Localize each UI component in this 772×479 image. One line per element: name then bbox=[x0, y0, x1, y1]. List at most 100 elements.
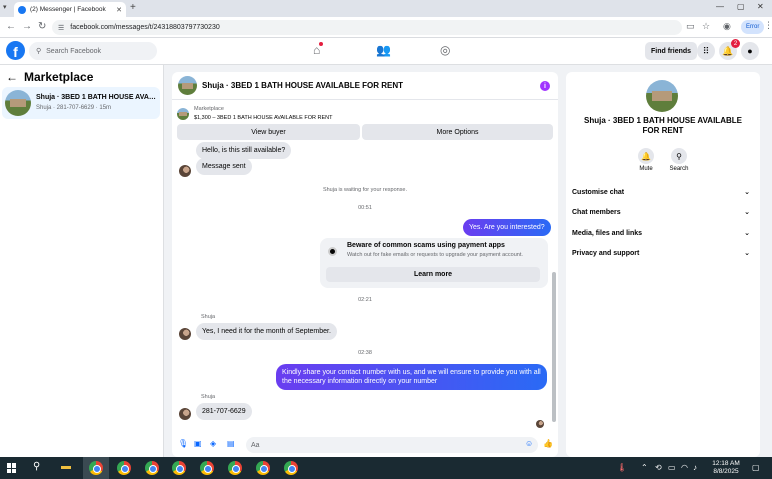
taskbar-search-icon[interactable]: ⚲ bbox=[33, 461, 40, 472]
tab-search-icon[interactable]: ▾ bbox=[3, 3, 7, 11]
taskbar-clock[interactable]: 12:18 AM 8/8/2025 bbox=[705, 460, 747, 476]
more-options-button[interactable]: More Options bbox=[362, 124, 553, 140]
chrome-icon[interactable] bbox=[117, 461, 131, 475]
reload-icon[interactable]: ↻ bbox=[38, 21, 46, 32]
message-list[interactable]: Hello, is this still available? Message … bbox=[172, 142, 558, 430]
battery-icon[interactable]: ▭ bbox=[668, 463, 676, 472]
conversation-info-icon[interactable]: i bbox=[540, 81, 550, 91]
message-received: Message sent bbox=[196, 158, 252, 175]
browser-toolbar: ← → ↻ ☰ facebook.com/messages/t/24318803… bbox=[0, 17, 772, 38]
groups-icon[interactable]: ◎ bbox=[440, 43, 450, 57]
volume-icon[interactable]: ♪ bbox=[693, 463, 697, 472]
panel-title: Shuja · 3BED 1 BATH HOUSE AVAILABLE FOR … bbox=[584, 116, 742, 135]
row-label: Privacy and support bbox=[572, 249, 640, 257]
microphone-icon[interactable]: 🎙 bbox=[178, 439, 188, 448]
home-icon[interactable]: ⌂ bbox=[313, 42, 324, 57]
sidebar-header: ← Marketplace bbox=[6, 70, 93, 84]
back-arrow-icon[interactable]: ← bbox=[6, 70, 18, 84]
chat-house-avatar[interactable] bbox=[178, 76, 197, 95]
system-notice: Shuja is waiting for your response. bbox=[322, 187, 408, 193]
thermometer-icon[interactable]: 🌡 bbox=[617, 463, 627, 472]
timestamp: 02:38 bbox=[358, 350, 372, 356]
panel-house-avatar bbox=[646, 80, 678, 112]
account-avatar-icon[interactable]: ● bbox=[741, 42, 759, 60]
panel-row-media-files[interactable]: Media, files and links ⌄ bbox=[572, 223, 754, 243]
conversation-item[interactable]: Shuja · 3BED 1 BATH HOUSE AVAILABLE FOR … bbox=[2, 87, 160, 119]
message-composer: 🎙 ▣ ◈ ▤ Aa ☺ 👍 bbox=[172, 433, 558, 457]
chat-title[interactable]: Shuja · 3BED 1 BATH HOUSE AVAILABLE FOR … bbox=[202, 81, 403, 90]
address-bar[interactable]: ☰ facebook.com/messages/t/24318803797730… bbox=[52, 20, 682, 35]
tab-title: (2) Messenger | Facebook bbox=[30, 6, 106, 13]
notification-badge: 2 bbox=[731, 39, 740, 48]
bookmark-star-icon[interactable]: ☆ bbox=[702, 21, 710, 32]
chrome-icon[interactable] bbox=[200, 461, 214, 475]
panel-row-chat-members[interactable]: Chat members ⌄ bbox=[572, 202, 754, 222]
search-icon: ⚲ bbox=[36, 48, 42, 55]
browser-tab[interactable]: (2) Messenger | Facebook ✕ bbox=[14, 2, 126, 17]
notifications-icon[interactable]: 🔔 2 bbox=[719, 39, 740, 60]
new-tab-icon[interactable]: + bbox=[130, 2, 136, 13]
facebook-logo-icon[interactable]: f bbox=[6, 41, 25, 60]
profile-error-button[interactable]: Error bbox=[741, 20, 765, 34]
minimize-icon[interactable]: — bbox=[716, 2, 724, 11]
maximize-icon[interactable]: ▢ bbox=[737, 2, 745, 11]
chrome-icon[interactable] bbox=[256, 461, 270, 475]
sidebar-title: Marketplace bbox=[24, 70, 94, 84]
composer-placeholder: Aa bbox=[251, 441, 260, 449]
chrome-icon[interactable] bbox=[172, 461, 186, 475]
tune-icon[interactable]: ☰ bbox=[58, 24, 64, 32]
learn-more-button[interactable]: Learn more bbox=[326, 267, 540, 282]
emoji-icon[interactable]: ☺ bbox=[525, 439, 533, 448]
facebook-favicon-icon bbox=[18, 5, 26, 14]
wifi-icon[interactable]: ◠ bbox=[681, 463, 688, 472]
panel-row-customise-chat[interactable]: Customise chat ⌄ bbox=[572, 182, 754, 202]
message-scrollbar[interactable] bbox=[552, 146, 556, 428]
menu-grid-icon[interactable]: ⠿ bbox=[697, 42, 715, 60]
search-action[interactable]: ⚲ Search bbox=[664, 148, 694, 172]
sender-name: Shuja bbox=[201, 394, 216, 400]
back-icon[interactable]: ← bbox=[6, 21, 16, 32]
notification-center-icon[interactable]: ▢ bbox=[752, 463, 760, 472]
sticker-icon[interactable]: ◈ bbox=[210, 439, 216, 448]
thumbs-up-icon[interactable]: 👍 bbox=[543, 439, 553, 448]
chrome-icon[interactable] bbox=[145, 461, 159, 475]
listing-summary[interactable]: Marketplace $1,300 – 3BED 1 BATH HOUSE A… bbox=[177, 105, 332, 123]
file-explorer-icon[interactable]: ▬ bbox=[61, 461, 71, 472]
kebab-icon[interactable]: ⋮ bbox=[764, 20, 772, 31]
forward-icon[interactable]: → bbox=[22, 21, 32, 32]
chevron-down-icon: ⌄ bbox=[744, 209, 750, 216]
chrome-icon[interactable] bbox=[89, 461, 103, 475]
windows-taskbar: ⚲ ▬ 🌡 ⌃ ⟲ ▭ ◠ ♪ 12:18 AM 8/8/2025 ▢ bbox=[0, 457, 772, 479]
search-input[interactable]: ⚲ Search Facebook bbox=[29, 42, 157, 60]
bell-icon: 🔔 bbox=[638, 148, 654, 164]
message-sent: Yes. Are you interested? bbox=[463, 219, 551, 236]
gif-icon[interactable]: ▤ bbox=[227, 439, 235, 448]
message-received: Hello, is this still available? bbox=[196, 142, 292, 159]
friends-icon[interactable]: 👥 bbox=[376, 43, 391, 57]
find-friends-button[interactable]: Find friends bbox=[645, 42, 698, 60]
message-input[interactable]: Aa bbox=[246, 437, 538, 453]
scrollbar-thumb[interactable] bbox=[552, 272, 556, 422]
photo-icon[interactable]: ▣ bbox=[194, 439, 202, 448]
warning-subtitle: Watch out for fake emails or requests to… bbox=[347, 252, 523, 258]
scam-warning-card: Beware of common scams using payment app… bbox=[320, 238, 548, 288]
mute-action[interactable]: 🔔 Mute bbox=[631, 148, 661, 172]
listing-thumbnail bbox=[177, 108, 189, 120]
windows-start-icon[interactable] bbox=[7, 463, 17, 473]
close-window-icon[interactable]: ✕ bbox=[757, 2, 764, 11]
sender-avatar[interactable] bbox=[179, 328, 191, 340]
cast-icon[interactable]: ▭ bbox=[686, 21, 695, 32]
chrome-icon[interactable] bbox=[284, 461, 298, 475]
sender-avatar[interactable] bbox=[179, 408, 191, 420]
message-sent: Kindly share your contact number with us… bbox=[276, 364, 547, 390]
chat-window: Shuja · 3BED 1 BATH HOUSE AVAILABLE FOR … bbox=[172, 72, 558, 457]
sender-avatar[interactable] bbox=[179, 165, 191, 177]
copilot-icon[interactable]: ◉ bbox=[723, 21, 731, 32]
sync-icon[interactable]: ⟲ bbox=[655, 463, 662, 472]
marketplace-sidebar: ← Marketplace Shuja · 3BED 1 BATH HOUSE … bbox=[0, 65, 164, 457]
panel-row-privacy-support[interactable]: Privacy and support ⌄ bbox=[572, 243, 754, 263]
chrome-icon[interactable] bbox=[228, 461, 242, 475]
chevron-up-icon[interactable]: ⌃ bbox=[641, 463, 648, 472]
close-tab-icon[interactable]: ✕ bbox=[116, 6, 122, 14]
view-buyer-button[interactable]: View buyer bbox=[177, 124, 360, 140]
